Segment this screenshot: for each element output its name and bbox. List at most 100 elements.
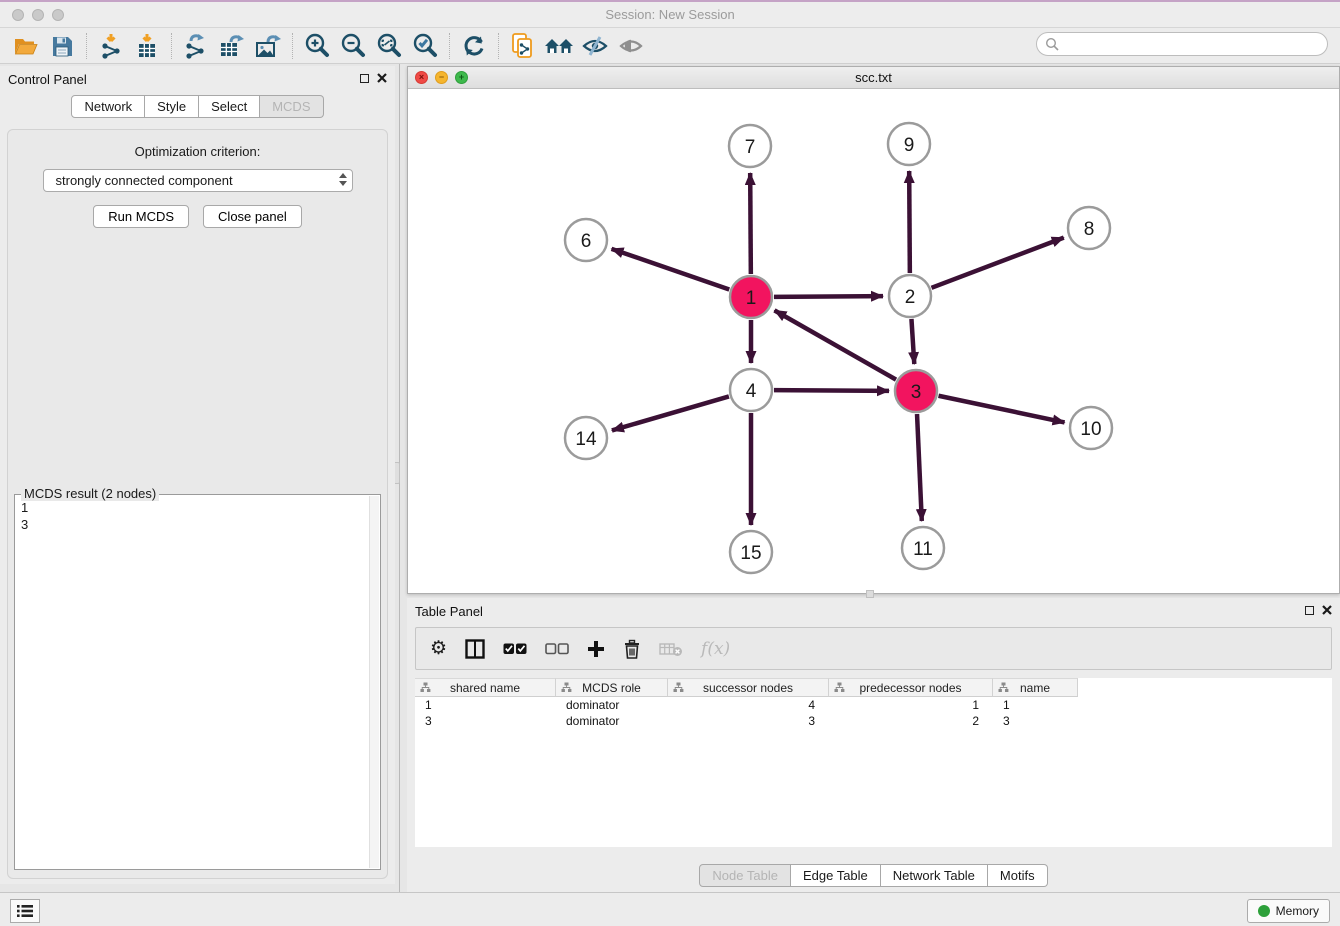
- delete-row-button[interactable]: [623, 639, 641, 659]
- close-table-panel-icon[interactable]: [1322, 605, 1332, 615]
- graph-node-15[interactable]: 15: [730, 531, 772, 573]
- edge-3-1[interactable]: [774, 310, 896, 379]
- search-input[interactable]: [1060, 37, 1319, 51]
- run-mcds-button[interactable]: Run MCDS: [93, 205, 189, 228]
- dropdown-stepper-icon: [339, 173, 347, 186]
- export-image-button[interactable]: [250, 31, 286, 61]
- svg-text:4: 4: [746, 381, 757, 402]
- edge-2-3[interactable]: [911, 319, 914, 364]
- node-table[interactable]: shared nameMCDS rolesuccessor nodesprede…: [415, 678, 1332, 847]
- column-header-shared-name[interactable]: shared name: [415, 678, 556, 697]
- minimize-window-button[interactable]: [32, 9, 44, 21]
- network-close-button[interactable]: ×: [415, 71, 428, 84]
- zoom-out-button[interactable]: [335, 31, 371, 61]
- table-panel-title: Table Panel: [415, 604, 483, 619]
- svg-text:9: 9: [904, 135, 915, 156]
- import-table-button[interactable]: [129, 31, 165, 61]
- network-resize-handle[interactable]: [866, 590, 874, 598]
- function-builder-button[interactable]: f(x): [701, 639, 730, 659]
- network-window-titlebar[interactable]: × − + scc.txt: [408, 67, 1339, 89]
- graph-node-11[interactable]: 11: [902, 527, 944, 569]
- export-table-button[interactable]: [214, 31, 250, 61]
- column-header-predecessor-nodes[interactable]: predecessor nodes: [829, 678, 993, 697]
- column-header-name[interactable]: name: [993, 678, 1078, 697]
- graph-node-6[interactable]: 6: [565, 219, 607, 261]
- criterion-dropdown-value: strongly connected component: [56, 173, 233, 188]
- edge-4-14[interactable]: [612, 396, 729, 430]
- control-panel-title: Control Panel: [8, 72, 87, 87]
- graph-node-2[interactable]: 2: [889, 275, 931, 317]
- zoom-in-button[interactable]: [299, 31, 335, 61]
- network-maximize-button[interactable]: +: [455, 71, 468, 84]
- hide-graphics-button[interactable]: [577, 31, 613, 61]
- close-panel-icon[interactable]: [377, 73, 387, 83]
- refresh-button[interactable]: [456, 31, 492, 61]
- toolbar-separator: [498, 33, 499, 59]
- table-row[interactable]: 1dominator411: [415, 697, 1332, 713]
- graph-node-4[interactable]: 4: [730, 369, 772, 411]
- graph-node-8[interactable]: 8: [1068, 207, 1110, 249]
- edge-2-8[interactable]: [932, 238, 1064, 288]
- show-graphics-button[interactable]: [613, 31, 649, 61]
- edge-3-10[interactable]: [939, 396, 1065, 423]
- graph-node-14[interactable]: 14: [565, 417, 607, 459]
- toolbar-separator: [292, 33, 293, 59]
- close-panel-button[interactable]: Close panel: [203, 205, 302, 228]
- delete-column-icon: [659, 641, 683, 657]
- plus-icon: [587, 640, 605, 658]
- save-session-button[interactable]: [44, 31, 80, 61]
- table-cell: 4: [668, 697, 829, 713]
- edge-4-3[interactable]: [774, 390, 889, 391]
- edge-1-2[interactable]: [774, 296, 883, 297]
- export-network-button[interactable]: [178, 31, 214, 61]
- delete-column-button[interactable]: [659, 641, 683, 657]
- graph-node-9[interactable]: 9: [888, 123, 930, 165]
- tab-network[interactable]: Network: [71, 95, 145, 118]
- save-floppy-icon: [51, 35, 73, 57]
- show-columns-button[interactable]: [465, 639, 485, 659]
- graph-node-1[interactable]: 1: [730, 276, 772, 318]
- table-settings-button[interactable]: ⚙: [430, 637, 447, 660]
- select-all-button[interactable]: [503, 643, 527, 655]
- edge-3-11[interactable]: [917, 414, 922, 521]
- edge-2-9[interactable]: [909, 171, 910, 273]
- control-panel: Control Panel Network Style Select MCDS …: [0, 66, 395, 884]
- import-network-button[interactable]: [93, 31, 129, 61]
- tab-mcds[interactable]: MCDS: [260, 95, 323, 118]
- import-table-icon: [134, 33, 160, 59]
- add-column-button[interactable]: [587, 640, 605, 658]
- table-row[interactable]: 3dominator323: [415, 713, 1332, 729]
- tab-edge-table[interactable]: Edge Table: [791, 864, 881, 887]
- search-field[interactable]: [1036, 32, 1328, 56]
- clone-network-button[interactable]: [505, 31, 541, 61]
- edge-1-6[interactable]: [612, 249, 730, 290]
- zoom-selected-button[interactable]: [407, 31, 443, 61]
- tab-network-table[interactable]: Network Table: [881, 864, 988, 887]
- float-table-panel-icon[interactable]: [1305, 606, 1314, 615]
- column-header-successor-nodes[interactable]: successor nodes: [668, 678, 829, 697]
- open-session-button[interactable]: [8, 31, 44, 61]
- show-log-button[interactable]: [10, 899, 40, 923]
- graph-node-10[interactable]: 10: [1070, 407, 1112, 449]
- memory-button[interactable]: Memory: [1247, 899, 1330, 923]
- maximize-window-button[interactable]: [52, 9, 64, 21]
- tab-select[interactable]: Select: [199, 95, 260, 118]
- graph-node-3[interactable]: 3: [895, 370, 937, 412]
- status-bar: Memory: [0, 892, 1340, 926]
- float-panel-icon[interactable]: [360, 74, 369, 83]
- tab-style[interactable]: Style: [145, 95, 199, 118]
- network-minimize-button[interactable]: −: [435, 71, 448, 84]
- result-scrollbar[interactable]: [369, 496, 379, 868]
- close-window-button[interactable]: [12, 9, 24, 21]
- deselect-all-button[interactable]: [545, 643, 569, 655]
- tab-node-table[interactable]: Node Table: [699, 864, 791, 887]
- graph-node-7[interactable]: 7: [729, 125, 771, 167]
- edge-1-7[interactable]: [750, 173, 751, 274]
- column-header-MCDS-role[interactable]: MCDS role: [556, 678, 668, 697]
- criterion-dropdown[interactable]: strongly connected component: [43, 169, 353, 192]
- network-graph[interactable]: 7 9 6 8 1 2 4 3 14 10 15 11: [408, 89, 1339, 593]
- home-views-button[interactable]: [541, 31, 577, 61]
- tab-motifs[interactable]: Motifs: [988, 864, 1048, 887]
- zoom-fit-button[interactable]: [371, 31, 407, 61]
- network-canvas[interactable]: 7 9 6 8 1 2 4 3 14 10 15 11: [408, 89, 1339, 593]
